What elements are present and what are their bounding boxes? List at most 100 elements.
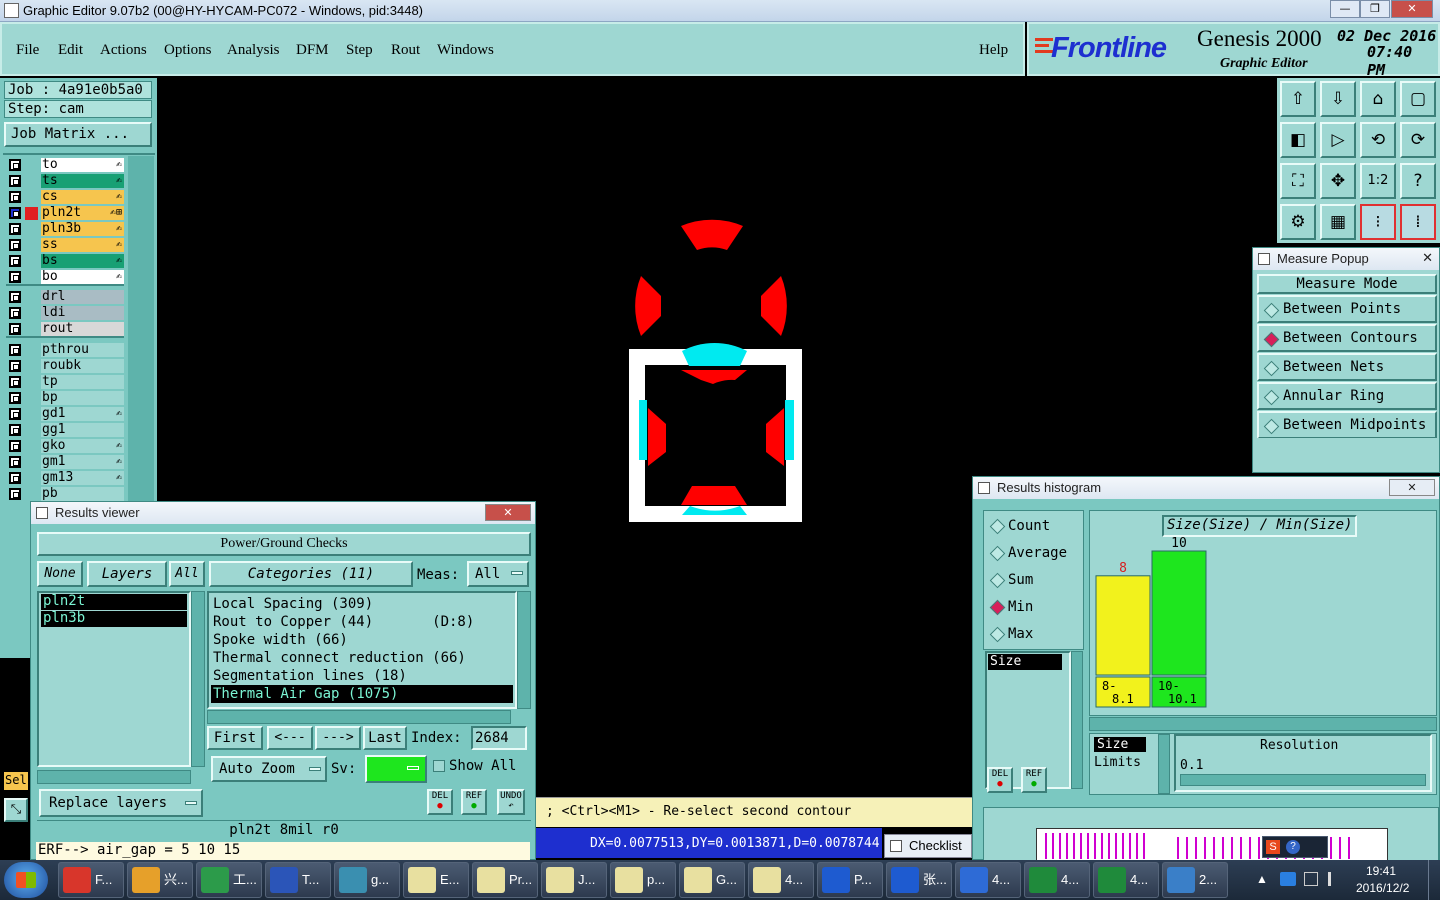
taskbar-button[interactable]: J... [541,862,607,898]
taskbar-button[interactable]: g... [334,862,400,898]
layer-checkbox[interactable] [9,271,21,283]
layer-row-gm13[interactable]: gm13 ✍ [6,471,124,485]
undo-icon[interactable]: ⟲ [1360,122,1396,158]
measure-option-between-points[interactable]: Between Points [1257,295,1437,323]
layer-checkbox[interactable] [9,392,21,404]
layer-name[interactable]: bo ✍ [41,270,124,284]
scale-icon[interactable]: 1:2 [1360,163,1396,199]
layer-checkbox[interactable] [9,456,21,468]
layer-row-roubk[interactable]: roubk [6,359,124,373]
layers-button[interactable]: Layers [87,561,167,587]
checklist-window-tab[interactable]: Checklist E [884,834,972,875]
grid-icon[interactable]: ▦ [1320,204,1356,240]
menu-options[interactable]: Options [164,42,212,59]
layer-name[interactable]: bs ✍ [41,254,124,268]
layer-name[interactable]: gm13 ✍ [41,471,124,485]
layer-row-bp[interactable]: bp [6,391,124,405]
snap-red-icon[interactable]: ⁝ [1360,204,1396,240]
layer-row-rout[interactable]: rout [6,322,124,336]
layer-name[interactable]: drl [41,290,124,304]
taskbar-button[interactable]: 4... [748,862,814,898]
taskbar-button[interactable]: F... [58,862,124,898]
minimize-button[interactable]: — [1330,0,1360,18]
show-all-checkbox[interactable] [433,760,445,772]
histogram-ref-button[interactable]: REF ● [1021,767,1047,793]
stat-option-sum[interactable]: Sum [988,571,1080,593]
layer-name[interactable]: cs ✍ [41,190,124,204]
window-icon[interactable]: ▢ [1400,81,1436,117]
layer-row-gg1[interactable]: gg1 [6,423,124,437]
chart-scrollbar[interactable] [1089,717,1437,731]
auto-zoom-dropdown[interactable]: Auto Zoom [211,756,327,782]
settings-icon[interactable]: ⚙ [1280,204,1316,240]
layer-row-bo[interactable]: bo ✍ [6,270,124,284]
next-button[interactable]: ---> [315,726,361,750]
viewer-undo-button[interactable]: UNDO ↶ [497,789,525,815]
layer-row-drl[interactable]: drl [6,290,124,304]
taskbar-button[interactable]: G... [679,862,745,898]
layer-checkbox[interactable] [9,255,21,267]
layer-row-bs[interactable]: bs ✍ [6,254,124,268]
layer-checkbox[interactable] [9,408,21,420]
menu-rout[interactable]: Rout [391,42,420,59]
layer-name[interactable]: tp [41,375,124,389]
open-step-icon[interactable]: ⇧ [1280,81,1316,117]
layer-checkbox[interactable] [9,291,21,303]
none-button[interactable]: None [37,561,83,587]
histogram-close-button[interactable]: ✕ [1389,479,1435,496]
layer-checkbox[interactable] [9,376,21,388]
close-button[interactable]: ✕ [1391,0,1433,18]
layer-row-gm1[interactable]: gm1 ✍ [6,455,124,469]
layer-name[interactable]: rout [41,322,124,336]
menu-help[interactable]: Help [979,42,1008,59]
menu-dfm[interactable]: DFM [296,42,329,59]
layer-name[interactable]: pln2t ✍⊞ [41,206,124,220]
field-item-size[interactable]: Size [988,654,1062,670]
layer-name[interactable]: to ✍ [41,158,124,172]
category-hscrollbar[interactable] [207,710,511,724]
limits-scrollbar[interactable] [1158,734,1170,794]
zoom-fit-icon[interactable]: ⛶ [1280,163,1316,199]
home-icon[interactable]: ⌂ [1360,81,1396,117]
all-button[interactable]: All [169,561,205,587]
layer-checkbox[interactable] [9,307,21,319]
layer-results-hscrollbar[interactable] [37,770,191,784]
measure-option-annular-ring[interactable]: Annular Ring [1257,382,1437,410]
resolution-slider[interactable] [1180,774,1426,786]
layer-results-scrollbar[interactable] [191,591,205,767]
category-item[interactable]: Segmentation lines (18) [211,667,513,685]
layer-name[interactable]: ldi [41,306,124,320]
last-button[interactable]: Last [363,726,407,750]
layer-checkbox[interactable] [9,488,21,500]
layer-row-pln2t[interactable]: pln2t ✍⊞ [6,206,124,220]
category-item[interactable]: Spoke width (66) [211,631,513,649]
tray-monitor-icon[interactable] [1304,872,1318,886]
layer-row-ldi[interactable]: ldi [6,306,124,320]
help-icon[interactable]: ? [1400,163,1436,199]
job-matrix-button[interactable]: Job Matrix ... [4,122,152,147]
layer-checkbox[interactable] [9,239,21,251]
pan-left-icon[interactable]: ◧ [1280,122,1316,158]
categories-button[interactable]: Categories (11) [209,561,413,587]
menu-file[interactable]: File [16,42,39,59]
layer-row-to[interactable]: to ✍ [6,158,124,172]
layer-name[interactable]: pthrou [41,343,124,357]
category-item[interactable]: Local Spacing (309) [211,595,513,613]
taskbar-button[interactable]: 4... [955,862,1021,898]
stat-option-min[interactable]: Min [988,598,1080,620]
erf-command-line[interactable]: ERF--> air_gap = 5 10 15 [36,842,530,860]
layer-name[interactable]: gm1 ✍ [41,455,124,469]
layer-checkbox[interactable] [9,159,21,171]
taskbar-button[interactable]: P... [817,862,883,898]
snap-blue-icon[interactable]: ⁞ [1400,204,1436,240]
layer-row-gko[interactable]: gko ✍ [6,439,124,453]
first-button[interactable]: First [207,726,263,750]
taskbar-button[interactable]: 4... [1024,862,1090,898]
menu-windows[interactable]: Windows [437,42,494,59]
layer-row-gd1[interactable]: gd1 ✍ [6,407,124,421]
layer-row-pln3b[interactable]: pln3b ✍ [6,222,124,236]
save-icon[interactable]: ⇩ [1320,81,1356,117]
tray-expand-icon[interactable]: ▲ [1256,872,1268,886]
show-desktop-button[interactable] [1428,860,1440,900]
layer-name[interactable]: pln3b ✍ [41,222,124,236]
